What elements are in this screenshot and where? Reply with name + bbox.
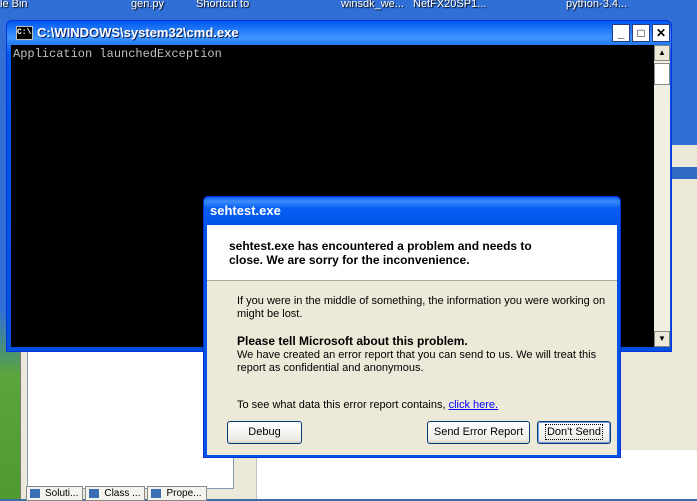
dialog-header-panel: sehtest.exe has encountered a problem an… <box>207 225 617 281</box>
minimize-button[interactable]: _ <box>612 24 630 42</box>
desktop-icon-python[interactable]: python-3.4... <box>566 0 627 10</box>
desktop-icon-row: le Bin gen.py Shortcut to winsdk_we... N… <box>0 0 697 14</box>
desktop-icon-gen-py[interactable]: gen.py <box>131 0 164 10</box>
close-button[interactable]: ✕ <box>652 24 670 42</box>
tab-label: Soluti... <box>45 488 79 499</box>
tell-microsoft-heading: Please tell Microsoft about this problem… <box>237 334 468 348</box>
dialog-header-text: sehtest.exe has encountered a problem an… <box>229 239 532 267</box>
solution-icon <box>30 489 40 498</box>
dialog-body: sehtest.exe has encountered a problem an… <box>207 225 617 455</box>
ide-bottom-tabs: Soluti... Class ... Prope... <box>26 486 207 501</box>
data-link-line: To see what data this error report conta… <box>237 399 498 411</box>
maximize-button[interactable]: □ <box>632 24 650 42</box>
desktop-icon-netfx[interactable]: NetFX20SP1... <box>413 0 486 10</box>
cmd-title-bar[interactable]: C:\ C:\WINDOWS\system32\cmd.exe _ □ ✕ <box>7 21 671 45</box>
debug-button[interactable]: Debug <box>227 421 302 444</box>
click-here-link[interactable]: click here. <box>449 399 499 411</box>
send-button-label: Send Error Report <box>433 426 524 438</box>
console-icon[interactable]: C:\ <box>16 26 33 40</box>
report-paragraph: We have created an error report that you… <box>237 349 597 374</box>
cmd-window-title: C:\WINDOWS\system32\cmd.exe <box>37 25 239 40</box>
desktop-icon-winsdk[interactable]: winsdk_we... <box>341 0 404 10</box>
desktop-icon-recycle-bin[interactable]: le Bin <box>0 0 28 10</box>
selected-row-highlight <box>671 167 697 179</box>
vertical-scrollbar[interactable]: ▲ ▼ <box>654 45 670 347</box>
debug-button-label: Debug <box>248 426 281 438</box>
properties-icon <box>151 489 162 498</box>
dialog-title-bar[interactable]: sehtest.exe <box>204 197 620 225</box>
desktop-icon-shortcut[interactable]: Shortcut to <box>196 0 249 10</box>
send-error-report-button[interactable]: Send Error Report <box>427 421 530 444</box>
class-icon <box>89 489 100 498</box>
scroll-thumb[interactable] <box>654 63 670 85</box>
error-report-dialog: sehtest.exe sehtest.exe has encountered … <box>203 196 621 458</box>
dont-send-button-label: Don't Send <box>544 424 604 440</box>
scroll-down-arrow-icon[interactable]: ▼ <box>654 331 670 347</box>
background-right-panel <box>670 145 697 345</box>
info-paragraph: If you were in the middle of something, … <box>237 295 606 320</box>
data-link-prefix: To see what data this error report conta… <box>237 399 449 411</box>
tab-label: Prope... <box>166 488 202 499</box>
tab-label: Class ... <box>104 488 141 499</box>
dont-send-button[interactable]: Don't Send <box>537 421 611 444</box>
scroll-up-arrow-icon[interactable]: ▲ <box>654 45 670 61</box>
